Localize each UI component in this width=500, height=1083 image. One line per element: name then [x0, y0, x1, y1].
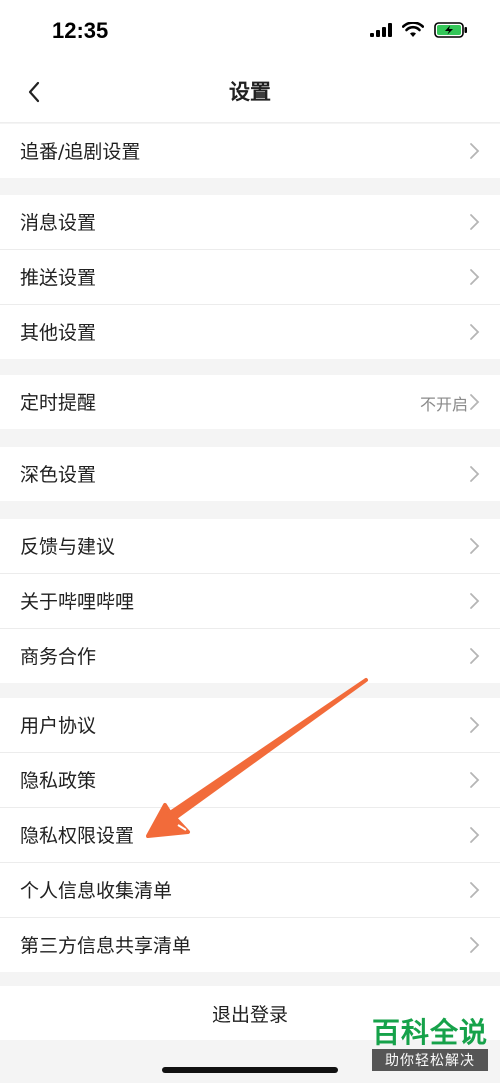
- chevron-right-icon: [470, 143, 480, 159]
- chevron-right-icon: [470, 394, 480, 410]
- settings-item-label: 其他设置: [20, 322, 97, 344]
- watermark: 百科全说 助你轻松解决: [371, 1016, 488, 1071]
- status-time: 12:35: [52, 18, 109, 43]
- settings-item-label: 商务合作: [20, 646, 97, 668]
- battery-charging-icon: [434, 22, 467, 38]
- settings-group: 用户协议 隐私政策 隐私权限设置 个人信息收集清单 第三方信息共享清单: [0, 698, 500, 972]
- settings-item-label: 反馈与建议: [20, 536, 116, 558]
- settings-item-label: 推送设置: [20, 267, 97, 289]
- watermark-subtitle: 助你轻松解决: [371, 1049, 488, 1071]
- chevron-right-icon: [470, 269, 480, 285]
- status-icons: [370, 22, 468, 38]
- wifi-icon: [402, 22, 424, 37]
- status-bar: 12:35: [0, 0, 500, 64]
- settings-item-label: 用户协议: [20, 715, 97, 737]
- settings-item-personal-info-list[interactable]: 个人信息收集清单: [0, 863, 500, 918]
- settings-item-feedback[interactable]: 反馈与建议: [0, 519, 500, 574]
- settings-item-third-party-sharing[interactable]: 第三方信息共享清单: [0, 918, 500, 972]
- chevron-right-icon: [470, 593, 480, 609]
- settings-item-privacy-permissions[interactable]: 隐私权限设置: [0, 808, 500, 863]
- chevron-right-icon: [470, 772, 480, 788]
- settings-item-label: 深色设置: [20, 464, 97, 486]
- settings-item-message[interactable]: 消息设置: [0, 195, 500, 250]
- chevron-right-icon: [470, 538, 480, 554]
- settings-item-label: 关于哔哩哔哩: [20, 591, 135, 613]
- chevron-right-icon: [470, 648, 480, 664]
- settings-item-privacy-policy[interactable]: 隐私政策: [0, 753, 500, 808]
- navigation-bar: 设置: [0, 64, 500, 123]
- settings-item-business[interactable]: 商务合作: [0, 629, 500, 683]
- home-indicator[interactable]: [162, 1067, 338, 1073]
- settings-item-dark-mode[interactable]: 深色设置: [0, 447, 500, 501]
- chevron-right-icon: [470, 827, 480, 843]
- settings-item-push[interactable]: 推送设置: [0, 250, 500, 305]
- settings-item-label: 个人信息收集清单: [20, 880, 173, 902]
- chevron-right-icon: [470, 937, 480, 953]
- chevron-right-icon: [470, 214, 480, 230]
- logout-label: 退出登录: [211, 1003, 288, 1026]
- settings-group: 定时提醒 不开启: [0, 375, 500, 429]
- settings-item-follow-series[interactable]: 追番/追剧设置: [0, 124, 500, 178]
- chevron-right-icon: [470, 882, 480, 898]
- settings-item-label: 隐私政策: [20, 770, 97, 792]
- settings-item-user-agreement[interactable]: 用户协议: [0, 698, 500, 753]
- settings-item-label: 隐私权限设置: [20, 825, 135, 847]
- settings-item-about[interactable]: 关于哔哩哔哩: [0, 574, 500, 629]
- settings-item-label: 第三方信息共享清单: [20, 935, 192, 957]
- settings-item-label: 消息设置: [20, 212, 97, 234]
- chevron-right-icon: [470, 466, 480, 482]
- settings-item-label: 追番/追剧设置: [20, 141, 141, 163]
- watermark-title: 百科全说: [371, 1016, 488, 1049]
- settings-group: 反馈与建议 关于哔哩哔哩 商务合作: [0, 519, 500, 683]
- settings-group: 消息设置 推送设置 其他设置: [0, 195, 500, 359]
- cellular-signal-icon: [370, 23, 392, 37]
- settings-item-timed-reminder[interactable]: 定时提醒 不开启: [0, 375, 500, 429]
- page-title: 设置: [229, 80, 271, 104]
- settings-group: 追番/追剧设置: [0, 124, 500, 178]
- chevron-right-icon: [470, 324, 480, 340]
- chevron-right-icon: [470, 717, 480, 733]
- settings-item-value: 不开启: [419, 395, 468, 414]
- settings-group: 深色设置: [0, 447, 500, 501]
- settings-item-other[interactable]: 其他设置: [0, 305, 500, 359]
- settings-item-label: 定时提醒: [20, 392, 97, 414]
